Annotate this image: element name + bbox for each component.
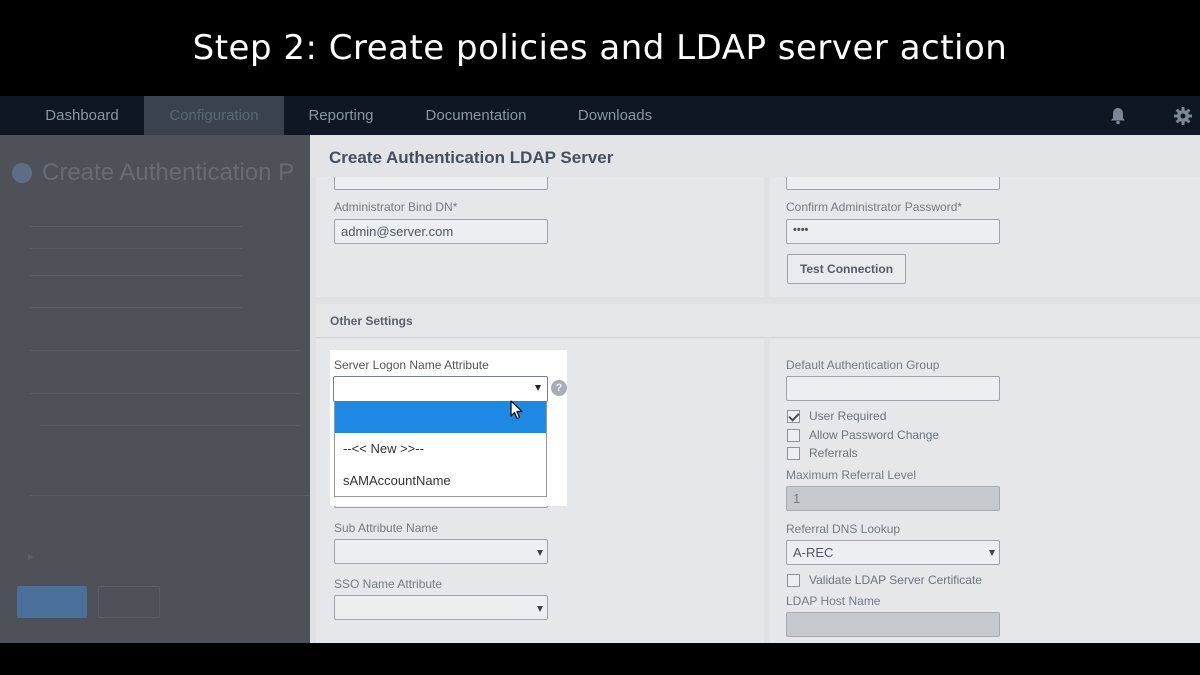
- bottom-bar: [0, 643, 1200, 675]
- truncated-password-field[interactable]: [786, 177, 1000, 190]
- validate-ldap-cert-checkbox[interactable]: Validate LDAP Server Certificate: [787, 572, 982, 588]
- referrals-label: Referrals: [809, 446, 858, 460]
- tab-dashboard[interactable]: Dashboard: [20, 96, 144, 135]
- banner-title: Step 2: Create policies and LDAP server …: [192, 28, 1008, 68]
- user-required-checkbox[interactable]: User Required: [787, 408, 886, 424]
- confirm-password-label: Confirm Administrator Password*: [786, 200, 963, 214]
- server-logon-name-attribute-label: Server Logon Name Attribute: [334, 358, 489, 372]
- background-ok-button: [17, 586, 87, 618]
- checkbox-unchecked[interactable]: [787, 446, 800, 460]
- step-banner: Step 2: Create policies and LDAP server …: [0, 0, 1200, 96]
- referrals-checkbox[interactable]: Referrals: [787, 445, 858, 461]
- user-required-label: User Required: [809, 409, 887, 423]
- checkbox-unchecked[interactable]: [787, 428, 800, 442]
- modal-title: Create Authentication LDAP Server: [329, 148, 614, 167]
- allow-password-change-label: Allow Password Change: [809, 428, 940, 442]
- max-referral-level-input[interactable]: 1: [786, 486, 1000, 511]
- divider: [30, 350, 300, 351]
- validate-ldap-cert-label: Validate LDAP Server Certificate: [809, 573, 982, 587]
- admin-bind-dn-input[interactable]: admin@server.com: [334, 219, 548, 244]
- app-window: Dashboard Configuration Reporting Docume…: [0, 96, 1200, 643]
- chevron-down-icon: [537, 550, 543, 556]
- divider: [30, 495, 310, 496]
- mouse-cursor-icon: [510, 400, 523, 420]
- modal-header: Create Authentication LDAP Server: [310, 135, 1200, 177]
- chevron-down-icon: [537, 606, 543, 612]
- ldap-host-name-input[interactable]: [786, 612, 1000, 637]
- divider: [30, 275, 242, 276]
- other-settings-title: Other Settings: [330, 314, 413, 328]
- divider: [30, 226, 242, 227]
- help-icon[interactable]: ?: [551, 380, 567, 396]
- option-new[interactable]: --<< New >>--: [335, 433, 546, 465]
- default-auth-group-input[interactable]: [786, 376, 1000, 401]
- back-icon: [12, 163, 32, 183]
- gear-icon[interactable]: [1173, 106, 1193, 126]
- divider: [30, 248, 242, 249]
- sub-attribute-name-label: Sub Attribute Name: [334, 521, 439, 535]
- tab-reporting[interactable]: Reporting: [290, 96, 392, 135]
- sso-name-attribute-select[interactable]: [334, 595, 548, 620]
- top-nav: Dashboard Configuration Reporting Docume…: [0, 96, 1200, 135]
- background-page-title: Create Authentication P: [42, 159, 295, 186]
- confirm-password-input[interactable]: ••••: [786, 219, 1000, 244]
- default-auth-group-label: Default Authentication Group: [786, 358, 940, 372]
- max-referral-level-label: Maximum Referral Level: [786, 468, 917, 482]
- tab-downloads[interactable]: Downloads: [560, 96, 670, 135]
- other-settings-header[interactable]: Other Settings: [316, 304, 1200, 338]
- sub-attribute-name-select[interactable]: [334, 539, 548, 564]
- checkbox-unchecked[interactable]: [787, 573, 800, 587]
- ldap-host-name-label: LDAP Host Name: [786, 594, 881, 608]
- tab-configuration[interactable]: Configuration: [144, 96, 284, 135]
- divider: [40, 425, 300, 426]
- chevron-down-icon: [535, 385, 541, 391]
- bell-icon[interactable]: [1108, 106, 1128, 126]
- referral-dns-lookup-label: Referral DNS Lookup: [786, 522, 901, 536]
- more-toggle[interactable]: ▸: [28, 550, 34, 563]
- background-page: Create Authentication P ▸: [0, 135, 310, 643]
- server-logon-name-attribute-spotlight: Server Logon Name Attribute --<< New >>-…: [330, 350, 567, 506]
- admin-bind-dn-label: Administrator Bind DN*: [334, 200, 458, 214]
- divider: [30, 393, 300, 394]
- allow-password-change-checkbox[interactable]: Allow Password Change: [787, 427, 939, 443]
- checkbox-checked[interactable]: [787, 409, 800, 423]
- test-connection-button[interactable]: Test Connection: [787, 254, 906, 284]
- tab-documentation[interactable]: Documentation: [405, 96, 547, 135]
- chevron-down-icon: [989, 550, 995, 556]
- background-close-button: [98, 586, 160, 618]
- referral-dns-lookup-select[interactable]: A-REC: [786, 540, 1000, 565]
- truncated-field[interactable]: [334, 177, 548, 190]
- sso-name-attribute-label: SSO Name Attribute: [334, 577, 443, 591]
- server-logon-name-attribute-select[interactable]: [333, 376, 548, 402]
- option-samaccountname[interactable]: sAMAccountName: [335, 465, 546, 497]
- divider: [30, 307, 242, 308]
